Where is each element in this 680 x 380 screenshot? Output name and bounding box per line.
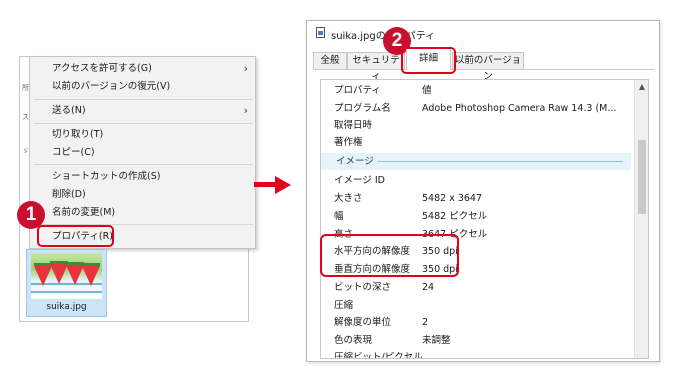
property-value: 2 — [422, 317, 429, 328]
menu-item-copy[interactable]: コピー(C) — [52, 144, 248, 162]
menu-item-create-shortcut[interactable]: ショートカットの作成(S) — [52, 168, 248, 186]
property-row[interactable]: 大きさ 5482 x 3647 — [321, 190, 631, 207]
column-header-value[interactable]: 値 — [422, 82, 432, 99]
dialog-title-bar: suika.jpgのプロパティ — [307, 21, 659, 45]
step-badge-1: 1 — [17, 201, 45, 229]
watermelon-photo-image — [31, 253, 102, 299]
property-row[interactable]: イメージ ID — [321, 172, 631, 189]
property-name: イメージ ID — [334, 175, 385, 186]
chevron-right-icon: › — [243, 62, 248, 75]
image-file-icon — [316, 27, 325, 38]
menu-item-label: コピー(C) — [52, 147, 95, 158]
property-list: プロパティ 値 プログラム名 Adobe Photoshop Camera Ra… — [320, 79, 649, 359]
menu-item-label: 送る(N) — [52, 105, 86, 116]
menu-item-restore-previous[interactable]: 以前のバージョンの復元(V) — [52, 78, 248, 96]
property-name: 幅 — [334, 211, 344, 222]
property-list-header: プロパティ 値 — [321, 82, 631, 99]
property-value: 5482 ピクセル — [422, 211, 488, 222]
property-row[interactable]: 圧縮ビット/ピクセル — [321, 349, 631, 359]
arrow-right-icon — [275, 176, 291, 194]
property-row[interactable]: 圧縮 — [321, 297, 631, 314]
menu-item-delete[interactable]: 削除(D) — [52, 186, 248, 204]
column-header-property[interactable]: プロパティ — [334, 82, 381, 99]
tab-divider — [313, 69, 655, 70]
menu-separator — [34, 123, 253, 124]
group-divider — [378, 161, 623, 162]
menu-item-label: 名前の変更(M) — [52, 207, 116, 218]
arrow-right-icon — [254, 182, 276, 187]
property-value: 24 — [422, 282, 435, 293]
file-name-label: suika.jpg — [46, 302, 87, 312]
property-name: ビットの深さ — [334, 282, 392, 293]
highlight-resolution-rows — [320, 234, 459, 277]
tab-previous-versions[interactable]: 以前のバージョン — [452, 52, 524, 82]
property-value: Adobe Photoshop Camera Raw 14.3 (M... — [422, 103, 617, 114]
menu-separator — [34, 164, 253, 165]
menu-item-label: 削除(D) — [52, 189, 86, 200]
properties-dialog: suika.jpgのプロパティ 全般 セキュリティ 詳細 以前のバージョン プロ… — [306, 20, 660, 362]
scrollbar-thumb[interactable] — [638, 140, 646, 214]
property-name: 大きさ — [334, 193, 363, 204]
property-name: 圧縮ビット/ピクセル — [334, 352, 423, 359]
property-value: 未調整 — [422, 335, 451, 346]
file-thumbnail-suika[interactable]: suika.jpg — [26, 249, 107, 317]
tablecloth-stripe — [31, 291, 102, 293]
group-header-image: イメージ — [321, 153, 631, 170]
menu-item-label: ショートカットの作成(S) — [52, 171, 161, 182]
property-name: プログラム名 — [334, 103, 391, 114]
property-row[interactable]: 幅 5482 ピクセル — [321, 208, 631, 225]
property-row[interactable]: 取得日時 — [321, 117, 631, 134]
menu-item-label: アクセスを許可する(G) — [52, 63, 152, 74]
property-row[interactable]: プログラム名 Adobe Photoshop Camera Raw 14.3 (… — [321, 100, 631, 117]
menu-item-rename[interactable]: 名前の変更(M) — [52, 204, 248, 222]
context-menu: アクセスを許可する(G) › 以前のバージョンの復元(V) 送る(N) › 切り… — [29, 56, 256, 249]
explorer-text-fragment: ゞ — [22, 147, 29, 155]
property-name: 圧縮 — [334, 300, 354, 311]
menu-item-send-to[interactable]: 送る(N) › — [52, 102, 248, 120]
menu-separator — [34, 99, 253, 100]
menu-item-label: 切り取り(T) — [52, 129, 104, 140]
menu-item-cut[interactable]: 切り取り(T) — [52, 126, 248, 144]
menu-item-grant-access[interactable]: アクセスを許可する(G) › — [52, 60, 248, 78]
menu-item-label: 以前のバージョンの復元(V) — [52, 81, 171, 92]
explorer-text-fragment: 所 — [22, 84, 29, 92]
property-row[interactable]: 解像度の単位 2 — [321, 314, 631, 331]
group-label: イメージ — [336, 156, 374, 167]
property-name: 色の表現 — [334, 335, 373, 346]
watermelon-slice — [82, 266, 100, 286]
highlight-details-tab — [401, 47, 456, 74]
property-row[interactable]: 色の表現 未調整 — [321, 332, 631, 349]
property-row[interactable]: ビットの深さ 24 — [321, 279, 631, 296]
property-row[interactable]: 著作権 — [321, 134, 631, 151]
property-name: 著作権 — [334, 137, 363, 148]
property-value: 5482 x 3647 — [422, 193, 483, 204]
tab-strip: 全般 セキュリティ 詳細 以前のバージョン — [307, 48, 659, 82]
tab-general[interactable]: 全般 — [313, 52, 347, 70]
chevron-right-icon: › — [243, 104, 248, 117]
property-name: 解像度の単位 — [334, 317, 392, 328]
vertical-scrollbar[interactable]: ▲ — [634, 80, 648, 358]
scroll-up-icon[interactable]: ▲ — [637, 82, 647, 92]
highlight-properties-item — [37, 225, 114, 247]
property-name: 取得日時 — [334, 120, 373, 131]
explorer-text-fragment: ス — [22, 113, 29, 121]
